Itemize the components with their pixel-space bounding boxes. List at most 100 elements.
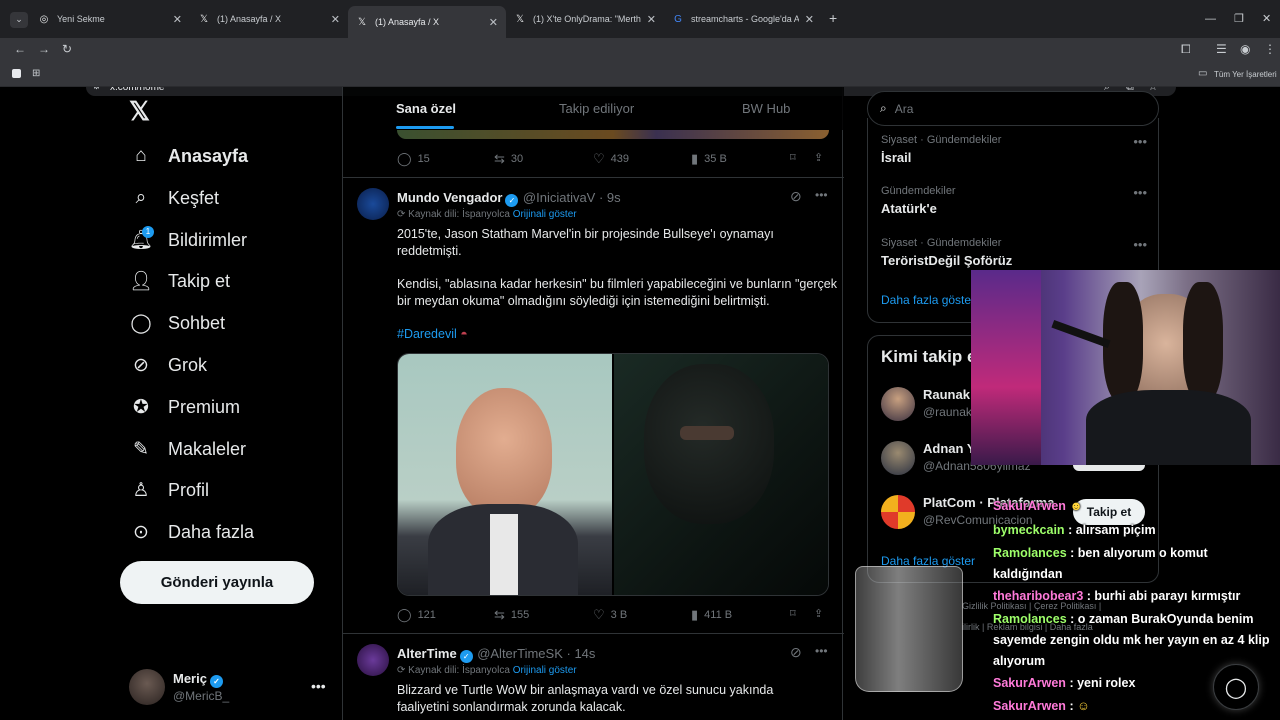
grok-icon[interactable]: ⊘ <box>790 644 802 661</box>
post-button[interactable]: Gönderi yayınla <box>120 561 314 604</box>
like-button[interactable]: ♡ 3 B <box>593 607 627 623</box>
sidebar-item-articles[interactable]: ✎ Makaleler <box>130 429 246 469</box>
show-original-link[interactable]: Orijinali göster <box>513 665 577 676</box>
close-tab-icon[interactable]: ✕ <box>489 16 498 29</box>
sidebar-item-notifications[interactable]: 🔔︎ 1 Bildirimler <box>129 220 247 260</box>
reply-button[interactable]: ◯ 15 <box>397 151 430 167</box>
all-bookmarks-link[interactable]: Tüm Yer İşaretleri <box>1214 68 1277 82</box>
divider <box>343 633 844 634</box>
media-icon[interactable]: ☰ <box>1216 42 1227 56</box>
avatar[interactable] <box>881 495 915 529</box>
author-handle[interactable]: @AlterTimeSK <box>477 646 563 661</box>
avatar[interactable] <box>357 188 389 220</box>
translation-note: ⟳ Kaynak dili: İspanyolca Orijinali göst… <box>397 665 577 676</box>
close-window-icon[interactable]: ✕ <box>1262 12 1271 26</box>
share-icon[interactable]: ⇪ <box>814 151 823 164</box>
address-bar-row: ← → ↻ ⚙ x.com/home ⌕ ⧉ ☆ ⧠ ☰ ◉ ⋮ <box>0 38 1280 96</box>
author-name[interactable]: AlterTime <box>397 646 457 661</box>
share-icon[interactable]: ⇪ <box>814 607 823 620</box>
trends-show-more-link[interactable]: Daha fazla göster <box>881 293 975 307</box>
close-tab-icon[interactable]: ✕ <box>805 13 814 26</box>
shirt-shape <box>490 514 518 595</box>
reload-icon[interactable]: ↻ <box>62 42 72 56</box>
more-icon[interactable]: ••• <box>1133 237 1147 252</box>
minimize-icon[interactable]: — <box>1205 12 1216 26</box>
sidebar-item-premium[interactable]: ✪ Premium <box>130 387 240 427</box>
articles-icon: ✎ <box>133 438 149 460</box>
browser-tab-active[interactable]: 𝕏 (1) Anasayfa / X ✕ <box>348 6 506 38</box>
reply-button[interactable]: ◯ 121 <box>397 607 436 623</box>
browser-tab[interactable]: ◎ Yeni Sekme ✕ <box>30 6 190 32</box>
extensions-icon[interactable]: ⧠ <box>1181 42 1191 56</box>
close-tab-icon[interactable]: ✕ <box>331 13 340 26</box>
sidebar-item-home[interactable]: ⌂ Anasayfa <box>130 136 248 176</box>
sidebar-item-follow[interactable]: 👤︎ Takip et <box>129 261 230 301</box>
trend-item[interactable]: Siyaset · Gündemdekiler TeröristDeğil Şo… <box>881 237 1147 268</box>
browser-tab[interactable]: G streamcharts - Google'da Ara ✕ <box>664 6 822 32</box>
messages-button[interactable]: ◯ <box>1213 664 1259 710</box>
views-button[interactable]: ▮ 35 B <box>691 151 727 167</box>
translate-icon: ⟳ <box>397 209 406 220</box>
back-icon[interactable]: ← <box>14 42 26 56</box>
translation-note: ⟳ Kaynak dili: İspanyolca Orijinali göst… <box>397 209 577 220</box>
sidebar-item-chat[interactable]: ◯ Sohbet <box>130 303 225 343</box>
browser-tab[interactable]: 𝕏 (1) Anasayfa / X ✕ <box>190 6 348 32</box>
search-icon: ⌕ <box>135 187 147 208</box>
apps-grid-icon[interactable]: ⊞ <box>32 67 40 81</box>
media-photo-left <box>398 354 612 595</box>
tab-search-button[interactable]: ⌄ <box>10 12 28 28</box>
profile-icon[interactable]: ◉ <box>1240 42 1250 56</box>
close-tab-icon[interactable]: ✕ <box>647 13 656 26</box>
who-to-follow-title: Kimi takip e <box>881 347 977 366</box>
tab-bw-hub[interactable]: BW Hub <box>742 101 790 116</box>
repost-button[interactable]: ⇆ 30 <box>494 151 523 167</box>
avatar[interactable] <box>881 387 915 421</box>
show-original-link[interactable]: Orijinali göster <box>513 209 577 220</box>
close-tab-icon[interactable]: ✕ <box>173 13 182 26</box>
author-name[interactable]: Mundo Vengador <box>397 190 502 205</box>
tweet-time[interactable]: 14s <box>574 646 595 661</box>
message-icon: ◯ <box>1224 676 1248 699</box>
browser-tab[interactable]: 𝕏 (1) X'te OnlyDrama: "Merthan Y... ✕ <box>506 6 664 32</box>
forward-icon[interactable]: → <box>38 42 50 56</box>
avatar[interactable] <box>129 669 165 705</box>
app-icon[interactable] <box>12 69 21 78</box>
tweet-time[interactable]: 9s <box>607 190 621 205</box>
avatar[interactable] <box>357 644 389 676</box>
avatar[interactable] <box>881 441 915 475</box>
account-more-icon[interactable]: ••• <box>311 678 326 694</box>
menu-icon[interactable]: ⋮ <box>1264 42 1276 56</box>
tweet-media[interactable] <box>397 353 829 596</box>
browser-tab-bar: ⌄ ◎ Yeni Sekme ✕ 𝕏 (1) Anasayfa / X ✕ 𝕏 … <box>0 0 1280 38</box>
trend-item[interactable]: Siyaset · Gündemdekiler İsrail ••• <box>881 134 1147 165</box>
x-logo-icon[interactable]: 𝕏 <box>129 96 150 127</box>
button-edge <box>1073 465 1145 471</box>
sidebar-item-grok[interactable]: ⊘ Grok <box>130 345 207 385</box>
timeline-header: Sana özel Takip ediliyor BW Hub <box>343 87 844 130</box>
more-icon[interactable]: ••• <box>815 188 828 202</box>
like-button[interactable]: ♡ 439 <box>593 151 629 167</box>
sidebar-item-more[interactable]: ⊙ Daha fazla <box>130 512 254 552</box>
repost-button[interactable]: ⇆ 155 <box>494 607 529 623</box>
restore-icon[interactable]: ❐ <box>1234 12 1244 26</box>
sidebar-item-profile[interactable]: ♙ Profil <box>130 470 209 510</box>
trend-item[interactable]: Gündemdekiler Atatürk'e ••• <box>881 185 1147 216</box>
profile-icon: ♙ <box>132 479 150 501</box>
bookmark-icon[interactable]: ⌑ <box>790 607 796 620</box>
grok-icon[interactable]: ⊘ <box>790 188 802 205</box>
bookmark-icon[interactable]: ⌑ <box>790 151 796 164</box>
suggestion-item[interactable]: Raunak @raunak <box>881 387 972 421</box>
hashtag-link[interactable]: #Daredevil ◓ <box>397 326 468 343</box>
tab-following[interactable]: Takip ediliyor <box>559 101 634 116</box>
tab-for-you[interactable]: Sana özel <box>396 101 456 116</box>
notification-badge: 1 <box>142 226 154 238</box>
sidebar-item-explore[interactable]: ⌕ Keşfet <box>130 178 219 218</box>
author-handle[interactable]: @IniciativaV <box>523 190 595 205</box>
neon-light-shape <box>971 270 1041 465</box>
more-icon[interactable]: ••• <box>815 644 828 658</box>
more-icon[interactable]: ••• <box>1133 134 1147 149</box>
new-tab-icon[interactable]: + <box>829 11 837 25</box>
previous-tweet-media[interactable] <box>397 130 829 139</box>
more-icon[interactable]: ••• <box>1133 185 1147 200</box>
views-button[interactable]: ▮ 411 B <box>691 607 732 623</box>
